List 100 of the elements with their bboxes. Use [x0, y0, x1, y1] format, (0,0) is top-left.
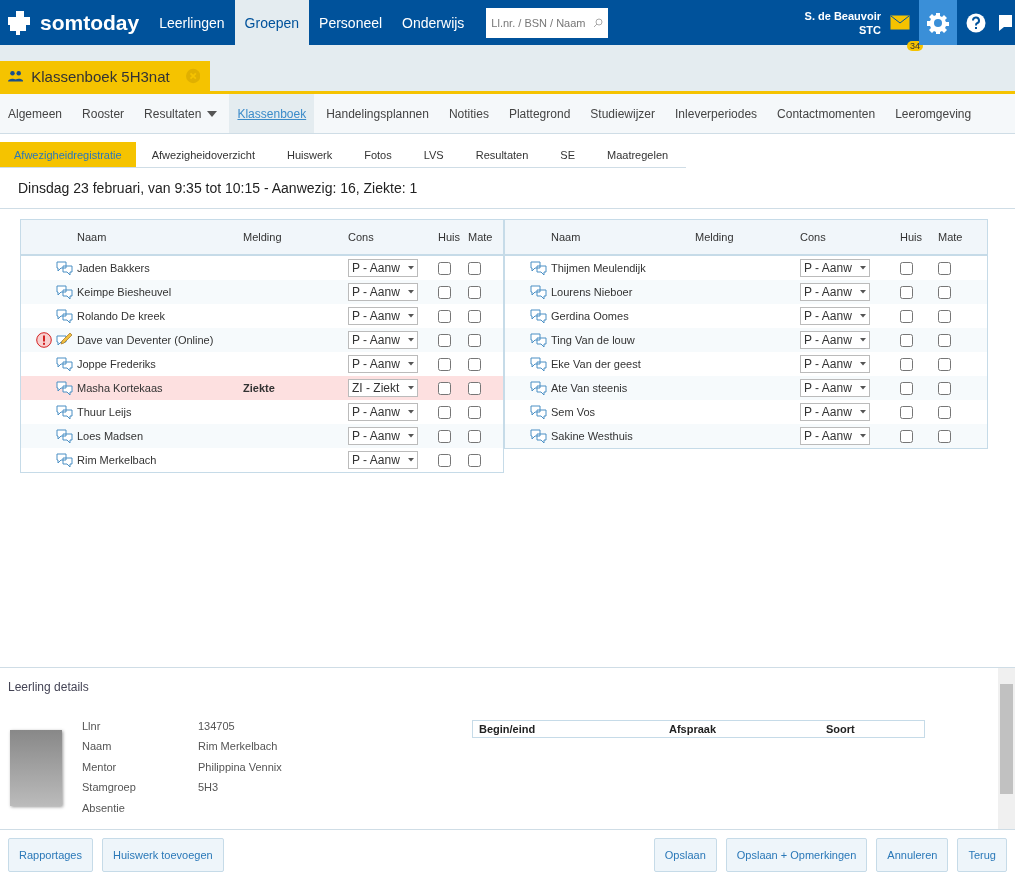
homework-checkbox[interactable] [900, 381, 913, 395]
attendance-select[interactable]: P - Aanw [800, 403, 870, 421]
document-tab[interactable]: Klassenboek 5H3nat [0, 61, 210, 91]
help-icon[interactable] [966, 12, 986, 33]
materials-checkbox[interactable] [468, 309, 481, 323]
materials-checkbox[interactable] [938, 333, 951, 347]
attendance-select[interactable]: P - Aanw [348, 427, 418, 445]
attendance-select[interactable]: P - Aanw [800, 331, 870, 349]
materials-checkbox[interactable] [468, 453, 481, 467]
homework-checkbox[interactable] [438, 333, 451, 347]
materials-checkbox[interactable] [468, 285, 481, 299]
homework-checkbox[interactable] [438, 453, 451, 467]
sub-tab[interactable]: Fotos [348, 142, 408, 167]
materials-checkbox[interactable] [468, 261, 481, 275]
materials-checkbox[interactable] [468, 333, 481, 347]
sub-tab[interactable]: SE [544, 142, 591, 167]
materials-checkbox[interactable] [938, 309, 951, 323]
nav-tab[interactable]: Resultaten [136, 94, 226, 133]
attendance-select[interactable]: P - Aanw [800, 427, 870, 445]
nav-tab[interactable]: Inleverperiodes [667, 94, 766, 133]
homework-checkbox[interactable] [438, 357, 451, 371]
attendance-select[interactable]: P - Aanw [800, 379, 870, 397]
attendance-select[interactable]: P - Aanw [800, 283, 870, 301]
homework-checkbox[interactable] [900, 357, 913, 371]
action-button[interactable]: Rapportages [8, 837, 93, 872]
materials-checkbox[interactable] [938, 429, 951, 443]
materials-checkbox[interactable] [938, 357, 951, 371]
materials-checkbox[interactable] [938, 261, 951, 275]
speech-bubbles-icon[interactable] [56, 260, 73, 276]
top-nav-item[interactable]: Onderwijs [392, 0, 475, 45]
nav-tab[interactable]: Studiewijzer [582, 94, 664, 133]
attendance-select[interactable]: P - Aanw [800, 307, 870, 325]
nav-tab[interactable]: Notities [440, 94, 497, 133]
homework-checkbox[interactable] [438, 381, 451, 395]
pencil-note-icon[interactable] [56, 332, 73, 347]
attendance-select[interactable]: P - Aanw [348, 403, 418, 421]
speech-bubbles-icon[interactable] [56, 404, 73, 420]
sub-tab[interactable]: Afwezigheidoverzicht [135, 142, 271, 167]
speech-bubbles-icon[interactable] [530, 428, 547, 444]
attendance-select[interactable]: P - Aanw [348, 283, 418, 301]
attendance-select[interactable]: P - Aanw [800, 259, 870, 277]
homework-checkbox[interactable] [438, 309, 451, 323]
scrollbar-thumb[interactable] [1000, 684, 1013, 794]
speech-bubbles-icon[interactable] [530, 260, 547, 276]
attendance-select[interactable]: P - Aanw [348, 331, 418, 349]
speech-bubbles-icon[interactable] [56, 308, 73, 324]
attendance-select[interactable]: P - Aanw [348, 307, 418, 325]
nav-tab[interactable]: Algemeen [0, 94, 71, 133]
attendance-select[interactable]: P - Aanw [348, 259, 418, 277]
homework-checkbox[interactable] [900, 285, 913, 299]
nav-tab[interactable]: Plattegrond [500, 94, 579, 133]
top-nav-item[interactable]: Leerlingen [149, 0, 235, 45]
attendance-select[interactable]: P - Aanw [348, 355, 418, 373]
homework-checkbox[interactable] [438, 261, 451, 275]
nav-tab[interactable]: Contactmomenten [769, 94, 884, 133]
materials-checkbox[interactable] [938, 381, 951, 395]
sub-tab[interactable]: Resultaten [459, 142, 545, 167]
attendance-select[interactable]: P - Aanw [348, 451, 418, 469]
speech-bubbles-icon[interactable] [530, 356, 547, 372]
speech-bubbles-icon[interactable] [56, 284, 73, 300]
homework-checkbox[interactable] [438, 285, 451, 299]
search-field[interactable]: Ll.nr. / BSN / Naam [486, 7, 609, 38]
action-button[interactable]: Huiswerk toevoegen [102, 837, 224, 872]
sub-tab[interactable]: Huiswerk [270, 142, 349, 167]
nav-tab[interactable]: Leeromgeving [887, 94, 980, 133]
speech-bubbles-icon[interactable] [530, 284, 547, 300]
materials-checkbox[interactable] [938, 405, 951, 419]
chat-icon[interactable] [998, 13, 1012, 32]
action-button[interactable]: Opslaan + Opmerkingen [725, 837, 868, 872]
homework-checkbox[interactable] [900, 429, 913, 443]
action-button[interactable]: Opslaan [653, 837, 717, 872]
materials-checkbox[interactable] [938, 285, 951, 299]
speech-bubbles-icon[interactable] [56, 380, 73, 396]
speech-bubbles-icon[interactable] [530, 308, 547, 324]
mail-icon[interactable] [890, 15, 910, 30]
action-button[interactable]: Annuleren [876, 837, 949, 872]
homework-checkbox[interactable] [438, 429, 451, 443]
sub-tab[interactable]: LVS [407, 142, 460, 167]
homework-checkbox[interactable] [900, 261, 913, 275]
materials-checkbox[interactable] [468, 357, 481, 371]
speech-bubbles-icon[interactable] [530, 332, 547, 348]
sub-tab[interactable]: Maatregelen [591, 142, 685, 167]
homework-checkbox[interactable] [900, 333, 913, 347]
speech-bubbles-icon[interactable] [56, 356, 73, 372]
action-button[interactable]: Terug [957, 837, 1007, 872]
speech-bubbles-icon[interactable] [56, 428, 73, 444]
materials-checkbox[interactable] [468, 429, 481, 443]
speech-bubbles-icon[interactable] [530, 404, 547, 420]
gear-icon[interactable] [927, 11, 949, 34]
nav-tab[interactable]: Handelingsplannen [318, 94, 437, 133]
materials-checkbox[interactable] [468, 381, 481, 395]
attendance-select[interactable]: P - Aanw [800, 355, 870, 373]
homework-checkbox[interactable] [900, 405, 913, 419]
speech-bubbles-icon[interactable] [56, 452, 73, 468]
homework-checkbox[interactable] [900, 309, 913, 323]
materials-checkbox[interactable] [468, 405, 481, 419]
attendance-select[interactable]: ZI - Ziekt [348, 379, 418, 397]
speech-bubbles-icon[interactable] [530, 380, 547, 396]
nav-tab[interactable]: Rooster [74, 94, 133, 133]
top-nav-item[interactable]: Groepen [234, 0, 310, 45]
